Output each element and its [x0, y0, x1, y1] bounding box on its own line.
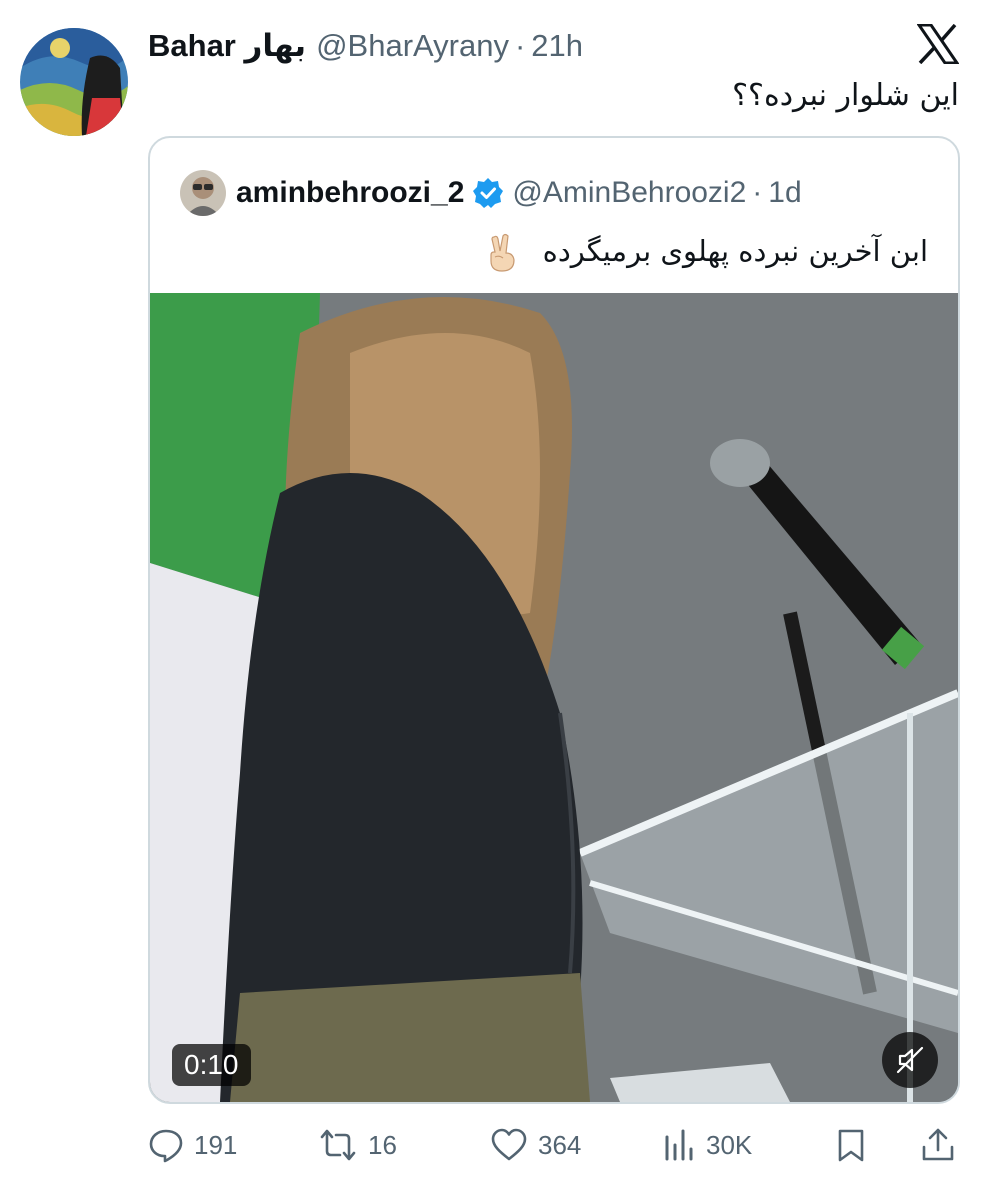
quoted-author-avatar[interactable] — [180, 170, 226, 216]
like-button[interactable]: 364 — [490, 1120, 581, 1170]
views-button[interactable]: 30K — [662, 1120, 752, 1170]
share-icon — [922, 1128, 954, 1161]
author-avatar[interactable] — [20, 28, 128, 136]
author-display-name[interactable]: Bahar بهار — [148, 28, 306, 64]
quoted-tweet-card[interactable]: aminbehroozi_2 @AminBehroozi2 · 1d ابن آ… — [148, 136, 960, 1104]
verified-badge-icon — [472, 177, 504, 209]
view-count: 30K — [706, 1129, 753, 1160]
quoted-tweet-text-content: ابن آخرین نبرده پهلوی برمیگرده — [542, 234, 928, 268]
bookmark-button[interactable] — [834, 1120, 868, 1170]
retweet-button[interactable]: 16 — [318, 1120, 397, 1170]
reply-button[interactable]: 191 — [148, 1120, 237, 1170]
muted-speaker-icon — [896, 1046, 924, 1074]
share-button[interactable] — [920, 1120, 956, 1170]
views-chart-icon — [665, 1129, 693, 1161]
tweet-action-bar: 191 16 364 30K — [148, 1120, 960, 1170]
tweet-text: این شلوار نبرده؟؟ — [732, 78, 959, 113]
video-duration-badge: 0:10 — [172, 1044, 251, 1086]
like-count: 364 — [538, 1129, 582, 1160]
separator-dot: · — [752, 176, 763, 209]
mute-toggle-button[interactable] — [882, 1032, 938, 1088]
bookmark-icon — [838, 1129, 864, 1162]
peace-hand-emoji-icon — [485, 233, 519, 273]
tweet-header: Bahar بهار @BharAyrany · 21h — [148, 24, 583, 68]
retweet-icon — [320, 1129, 356, 1161]
reply-icon — [149, 1129, 183, 1163]
quoted-author-handle[interactable]: @AminBehroozi2 — [512, 176, 746, 210]
video-frame — [150, 293, 958, 1102]
quoted-tweet-header: aminbehroozi_2 @AminBehroozi2 · 1d — [236, 168, 802, 218]
retweet-count: 16 — [368, 1129, 397, 1160]
tweet-timestamp[interactable]: 21h — [531, 28, 583, 64]
quoted-tweet-timestamp[interactable]: 1d — [768, 176, 801, 210]
video-player[interactable]: 0:10 — [150, 293, 958, 1102]
author-handle[interactable]: @BharAyrany — [316, 28, 509, 64]
reply-count: 191 — [194, 1129, 238, 1160]
heart-icon — [491, 1128, 527, 1161]
x-logo-icon — [916, 23, 960, 65]
quoted-author-display-name[interactable]: aminbehroozi_2 — [236, 176, 464, 210]
separator-dot: · — [514, 28, 526, 63]
quoted-tweet-text: ابن آخرین نبرده پهلوی برمیگرده — [485, 228, 928, 274]
